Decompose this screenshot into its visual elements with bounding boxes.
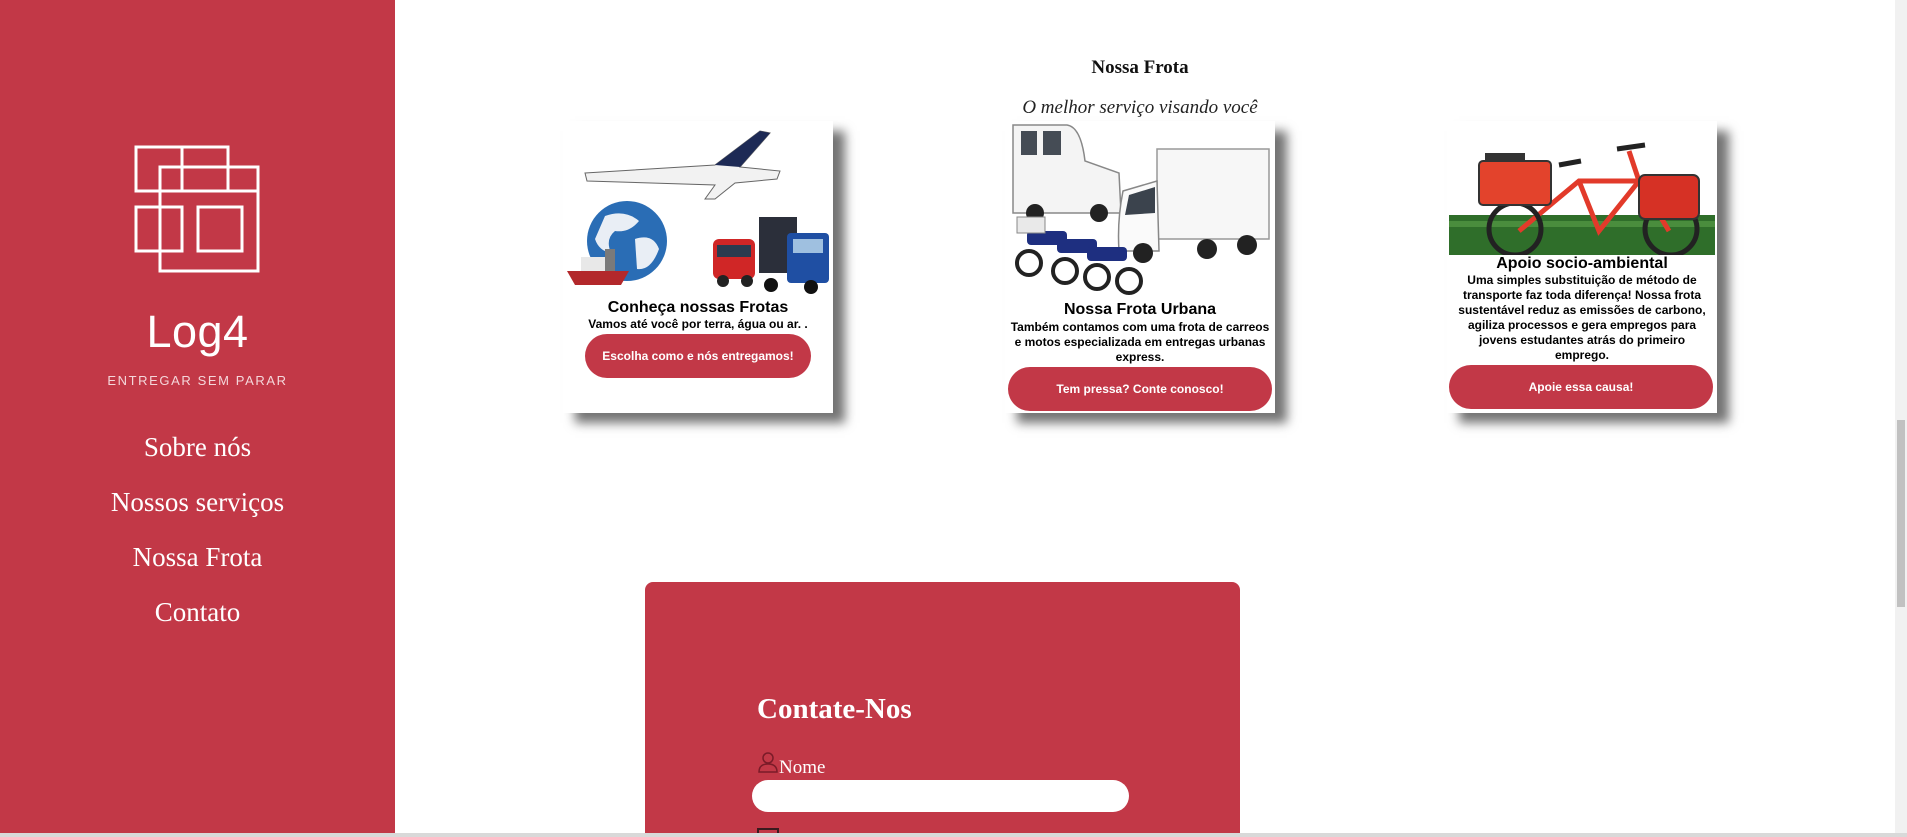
sidebar: Log4 ENTREGAR SEM PARAR Sobre nós Nossos… <box>0 0 395 833</box>
contact-section: Contate-Nos Nome <box>645 582 1240 833</box>
user-icon <box>758 752 778 773</box>
fleet-card-overview: Conheça nossas Frotas Vamos até você por… <box>563 121 833 413</box>
nav-item-contato[interactable]: Contato <box>0 585 395 640</box>
choose-delivery-button[interactable]: Escolha como e nós entregamos! <box>585 334 811 378</box>
logo-icon[interactable] <box>134 145 260 273</box>
card-title: Conheça nossas Frotas <box>607 299 789 316</box>
card-title: Nossa Frota Urbana <box>1063 301 1217 318</box>
section-title: Nossa Frota <box>1091 57 1189 78</box>
fleet-transport-image <box>565 121 831 297</box>
scrollbar-thumb[interactable] <box>1897 420 1905 607</box>
nav-item-nossa-frota[interactable]: Nossa Frota <box>0 530 395 585</box>
nav-item-sobre-nos[interactable]: Sobre nós <box>0 420 395 475</box>
nav-item-nossos-servicos[interactable]: Nossos serviços <box>0 475 395 530</box>
fleet-card-urban: Nossa Frota Urbana Também contamos com u… <box>1005 121 1275 413</box>
urban-fleet-image <box>1007 121 1273 299</box>
fleet-card-sustainable: Apoio socio-ambiental Uma simples substi… <box>1447 121 1717 413</box>
window-bottom-edge <box>0 833 1907 837</box>
delivery-bicycle-image <box>1449 121 1715 255</box>
section-subtitle: O melhor serviço visando você <box>1022 97 1258 118</box>
card-text: Uma simples substituição de método de tr… <box>1458 273 1706 362</box>
brand-tagline: ENTREGAR SEM PARAR <box>107 373 288 388</box>
support-cause-button[interactable]: Apoie essa causa! <box>1449 365 1713 409</box>
urgent-delivery-button[interactable]: Tem pressa? Conte conosco! <box>1008 367 1272 411</box>
card-text: Também contamos com uma frota de carreos… <box>1010 320 1270 364</box>
contact-title: Contate-Nos <box>757 693 912 725</box>
card-title: Apoio socio-ambiental <box>1496 255 1668 272</box>
name-label: Nome <box>779 757 826 778</box>
name-input[interactable] <box>752 780 1129 812</box>
brand-name: Log4 <box>146 306 249 357</box>
page-scrollbar[interactable] <box>1895 0 1907 833</box>
sidebar-nav: Sobre nós Nossos serviços Nossa Frota Co… <box>0 420 395 640</box>
card-text: Vamos até você por terra, água ou ar. . <box>588 317 808 331</box>
